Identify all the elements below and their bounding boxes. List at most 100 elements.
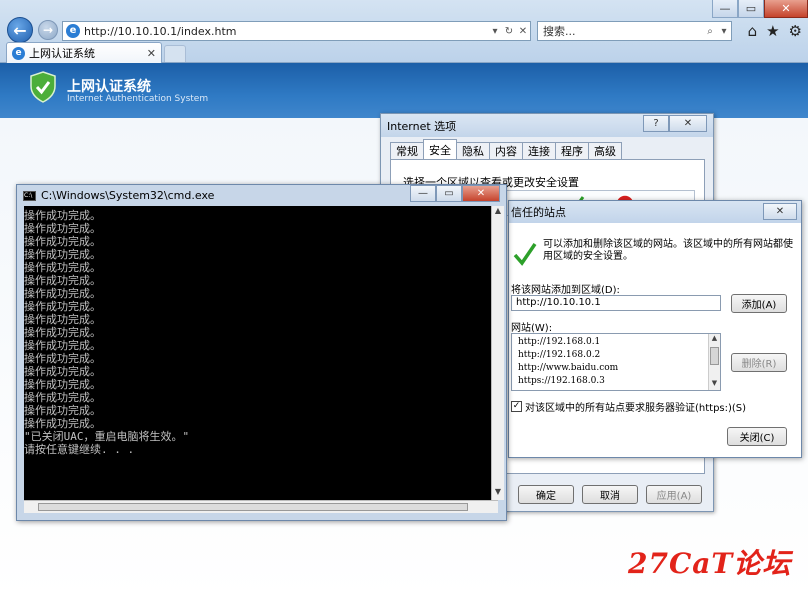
- back-button[interactable]: ←: [7, 17, 33, 43]
- forward-button[interactable]: →: [38, 20, 58, 40]
- search-dropdown-icon[interactable]: ▾: [717, 26, 731, 37]
- remove-button[interactable]: 删除(R): [731, 353, 787, 372]
- close-window-button[interactable]: ✕: [462, 185, 500, 202]
- search-box[interactable]: 搜索... ⌕ ▾: [537, 21, 732, 41]
- gear-icon[interactable]: ⚙: [789, 22, 802, 40]
- scroll-up-icon[interactable]: ▲: [492, 206, 504, 219]
- site-url-input[interactable]: http://10.10.10.1: [511, 295, 721, 311]
- trusted-sites-panel: 可以添加和删除该区域的网站。该区域中的所有网站都使用区域的安全设置。 将该网站添…: [509, 223, 801, 457]
- console-line: 操作成功完成。: [24, 417, 101, 430]
- refresh-icon[interactable]: ↻: [502, 26, 516, 37]
- close-button[interactable]: 关闭(C): [727, 427, 787, 446]
- close-window-button[interactable]: ✕: [764, 0, 808, 18]
- maximize-button[interactable]: ▭: [738, 0, 764, 18]
- cmd-titlebar: C:\ C:\Windows\System32\cmd.exe — ▭ ✕: [17, 185, 506, 206]
- titlebar-buttons: ? ✕: [643, 115, 707, 132]
- https-checkbox-label: 对该区域中的所有站点要求服务器验证(https:)(S): [525, 403, 747, 414]
- console-line: 操作成功完成。: [24, 378, 101, 391]
- console-icon: C:\: [23, 190, 36, 201]
- add-site-label: 将该网站添加到区域(D):: [511, 285, 620, 296]
- list-item[interactable]: http://192.168.0.1: [518, 336, 618, 349]
- list-item[interactable]: http://www.baidu.com: [518, 362, 618, 375]
- scroll-up-icon[interactable]: ▲: [709, 334, 720, 345]
- stop-icon[interactable]: ✕: [516, 26, 530, 37]
- list-item[interactable]: http://192.168.0.2: [518, 349, 618, 362]
- search-input[interactable]: 搜索...: [538, 23, 703, 39]
- console-line: 请按任意键继续. . .: [24, 443, 135, 456]
- console-line: 操作成功完成。: [24, 287, 101, 300]
- tab-general[interactable]: 常规: [390, 142, 424, 159]
- search-dropdown-icon[interactable]: ▾: [488, 26, 502, 37]
- console-line: 操作成功完成。: [24, 352, 101, 365]
- trusted-sites-dialog: 信任的站点 ✕ 可以添加和删除该区域的网站。该区域中的所有网站都使用区域的安全设…: [508, 200, 802, 458]
- dialog-buttons: 确定 取消 应用(A): [518, 485, 702, 504]
- forum-watermark: 27CaT论坛: [628, 547, 792, 580]
- favorites-star-icon[interactable]: ★: [766, 22, 779, 40]
- tab-programs[interactable]: 程序: [555, 142, 589, 159]
- window-controls: — ▭ ✕: [712, 0, 808, 18]
- add-button[interactable]: 添加(A): [731, 294, 787, 313]
- console-line: 操作成功完成。: [24, 248, 101, 261]
- address-url[interactable]: http://10.10.10.1/index.htm: [84, 25, 488, 38]
- internet-options-titlebar: Internet 选项 ? ✕: [381, 114, 713, 137]
- apply-button[interactable]: 应用(A): [646, 485, 702, 504]
- tab-advanced[interactable]: 高级: [588, 142, 622, 159]
- tab-content[interactable]: 内容: [489, 142, 523, 159]
- console-line: 操作成功完成。: [24, 339, 101, 352]
- page-subtitle: Internet Authentication System: [67, 94, 209, 104]
- tab-connections[interactable]: 连接: [522, 142, 556, 159]
- https-checkbox[interactable]: ✓: [511, 401, 522, 412]
- address-bar[interactable]: e http://10.10.10.1/index.htm ▾ ↻ ✕: [62, 21, 531, 41]
- scroll-down-icon[interactable]: ▼: [709, 379, 720, 390]
- dialog-title: 信任的站点: [511, 206, 566, 219]
- minimize-button[interactable]: —: [712, 0, 738, 18]
- console-line: 操作成功完成。: [24, 235, 101, 248]
- console-line: 操作成功完成。: [24, 313, 101, 326]
- page-title: 上网认证系统: [67, 79, 151, 95]
- new-tab-button[interactable]: [164, 45, 186, 62]
- console-line: 操作成功完成。: [24, 300, 101, 313]
- console-line: 操作成功完成。: [24, 391, 101, 404]
- help-button[interactable]: ?: [643, 115, 669, 132]
- scroll-thumb[interactable]: [710, 347, 719, 365]
- cmd-title: C:\Windows\System32\cmd.exe: [41, 189, 215, 202]
- console-vertical-scrollbar[interactable]: ▲ ▼: [491, 206, 504, 500]
- options-tabs: 常规 安全 隐私 内容 连接 程序 高级: [390, 139, 622, 159]
- console-horizontal-scrollbar[interactable]: [24, 500, 498, 513]
- https-requirement-row[interactable]: ✓ 对该区域中的所有站点要求服务器验证(https:)(S): [511, 399, 746, 414]
- tab-security[interactable]: 安全: [423, 139, 457, 159]
- console-line: 操作成功完成。: [24, 365, 101, 378]
- minimize-button[interactable]: —: [410, 185, 436, 202]
- dialog-title: Internet 选项: [387, 119, 457, 133]
- sites-scrollbar[interactable]: ▲ ▼: [708, 334, 720, 390]
- ie-logo-icon: e: [12, 46, 25, 60]
- page-header: 上网认证系统 Internet Authentication System: [0, 63, 808, 118]
- console-output[interactable]: 操作成功完成。 操作成功完成。 操作成功完成。 操作成功完成。 操作成功完成。 操作成功完…: [24, 206, 498, 500]
- close-dialog-button[interactable]: ✕: [669, 115, 707, 132]
- close-dialog-button[interactable]: ✕: [763, 203, 797, 220]
- back-arrow-icon: ←: [13, 20, 27, 40]
- cmd-window: C:\ C:\Windows\System32\cmd.exe — ▭ ✕ 操作…: [16, 184, 507, 521]
- tab-privacy[interactable]: 隐私: [456, 142, 490, 159]
- check-icon: [513, 243, 537, 266]
- console-line: 操作成功完成。: [24, 209, 101, 222]
- list-item[interactable]: https://192.168.0.3: [518, 375, 618, 388]
- console-line: 操作成功完成。: [24, 274, 101, 287]
- shield-check-icon: [30, 71, 56, 103]
- sites-label: 网站(W):: [511, 323, 553, 334]
- close-tab-icon[interactable]: ✕: [147, 47, 156, 60]
- browser-toolbar: — ▭ ✕ ← → e http://10.10.10.1/index.htm …: [0, 0, 808, 63]
- scroll-thumb[interactable]: [38, 503, 468, 511]
- scroll-down-icon[interactable]: ▼: [492, 487, 504, 500]
- maximize-button[interactable]: ▭: [436, 185, 462, 202]
- console-line: 操作成功完成。: [24, 222, 101, 235]
- tab-strip: e 上网认证系统 ✕: [0, 41, 808, 63]
- cancel-button[interactable]: 取消: [582, 485, 638, 504]
- console-line: 操作成功完成。: [24, 261, 101, 274]
- home-icon[interactable]: ⌂: [748, 22, 758, 40]
- ie-logo-icon: e: [66, 24, 80, 38]
- ok-button[interactable]: 确定: [518, 485, 574, 504]
- browser-tab[interactable]: e 上网认证系统 ✕: [6, 42, 162, 63]
- sites-list[interactable]: http://192.168.0.1 http://192.168.0.2 ht…: [511, 333, 721, 391]
- search-icon[interactable]: ⌕: [703, 26, 717, 37]
